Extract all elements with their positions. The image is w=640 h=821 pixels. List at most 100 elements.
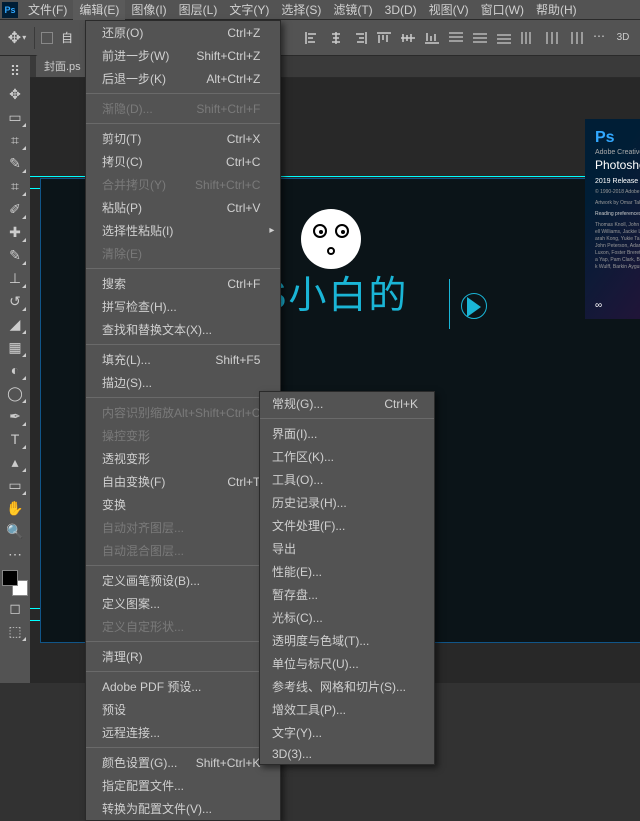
eyedropper-tool[interactable]: ✐ [3, 198, 27, 220]
menu-item[interactable]: 描边(S)... [86, 371, 280, 394]
edit-toolbar-icon[interactable]: ⋯ [3, 543, 27, 565]
menu-item[interactable]: Adobe PDF 预设... [86, 675, 280, 698]
autoselect-checkbox[interactable] [41, 32, 53, 44]
menu-item[interactable]: 拼写检查(H)... [86, 295, 280, 318]
submenu-item[interactable]: 文字(Y)... [260, 721, 434, 744]
submenu-item[interactable]: 暂存盘... [260, 583, 434, 606]
hand-tool[interactable]: ✋ [3, 497, 27, 519]
brush-tool[interactable]: ✎ [3, 244, 27, 266]
menu-image[interactable]: 图像(I) [125, 0, 172, 20]
menu-item[interactable]: 颜色设置(G)...Shift+Ctrl+K [86, 751, 280, 774]
align-left-icon[interactable] [301, 29, 323, 47]
distribute-vcenter-icon[interactable] [469, 29, 491, 47]
splash-cc: Adobe Creative Cloud [595, 149, 640, 156]
menu-item[interactable]: 预设▸ [86, 698, 280, 721]
align-center-icon[interactable] [325, 29, 347, 47]
distribute-hcenter-icon[interactable] [541, 29, 563, 47]
menu-item[interactable]: 选择性粘贴(I)▸ [86, 219, 280, 242]
healing-tool[interactable]: ✚ [3, 221, 27, 243]
zoom-tool[interactable]: 🔍 [3, 520, 27, 542]
menu-item[interactable]: 定义画笔预设(B)... [86, 569, 280, 592]
path-select-tool[interactable]: ▴ [3, 451, 27, 473]
crop-tool[interactable]: ⌗ [3, 175, 27, 197]
menu-item[interactable]: 指定配置文件... [86, 774, 280, 797]
menu-item[interactable]: 拷贝(C)Ctrl+C [86, 150, 280, 173]
menu-help[interactable]: 帮助(H) [530, 0, 583, 20]
type-tool[interactable]: T [3, 428, 27, 450]
menu-item[interactable]: 剪切(T)Ctrl+X [86, 127, 280, 150]
submenu-item[interactable]: 历史记录(H)... [260, 491, 434, 514]
fg-color[interactable] [2, 570, 18, 586]
distribute-top-icon[interactable] [445, 29, 467, 47]
grip-icon[interactable]: ⠿ [3, 60, 27, 82]
menu-3d[interactable]: 3D(D) [379, 1, 423, 19]
submenu-item[interactable]: 增效工具(P)... [260, 698, 434, 721]
menu-filter[interactable]: 滤镜(T) [327, 0, 378, 20]
menu-select[interactable]: 选择(S) [275, 0, 327, 20]
dodge-tool[interactable]: ◯ [3, 382, 27, 404]
gradient-tool[interactable]: ▦ [3, 336, 27, 358]
menu-type[interactable]: 文字(Y) [223, 0, 275, 20]
align-right-icon[interactable] [349, 29, 371, 47]
submenu-item[interactable]: 性能(E)... [260, 560, 434, 583]
submenu-item[interactable]: 界面(I)... [260, 422, 434, 445]
pen-tool[interactable]: ✒ [3, 405, 27, 427]
distribute-left-icon[interactable] [517, 29, 539, 47]
menu-item[interactable]: 清理(R)▸ [86, 645, 280, 668]
history-brush-tool[interactable]: ↺ [3, 290, 27, 312]
rectangle-tool[interactable]: ▭ [3, 474, 27, 496]
menu-item[interactable]: 远程连接... [86, 721, 280, 744]
menu-item[interactable]: 后退一步(K)Alt+Ctrl+Z [86, 67, 280, 90]
color-swatch[interactable] [2, 570, 28, 596]
submenu-item[interactable]: 单位与标尺(U)... [260, 652, 434, 675]
submenu-item[interactable]: 常规(G)...Ctrl+K [260, 392, 434, 415]
menu-item[interactable]: 搜索Ctrl+F [86, 272, 280, 295]
preferences-submenu: 常规(G)...Ctrl+K 界面(I)...工作区(K)...工具(O)...历… [259, 391, 435, 765]
submenu-item[interactable]: 3D(3)... [260, 744, 434, 764]
quickmask-tool[interactable]: ◻ [3, 597, 27, 619]
menu-file[interactable]: 文件(F) [22, 0, 73, 20]
submenu-item[interactable]: 光标(C)... [260, 606, 434, 629]
submenu-item[interactable]: 工作区(K)... [260, 445, 434, 468]
lasso-tool[interactable]: ⌗ [3, 129, 27, 151]
quick-select-tool[interactable]: ✎ [3, 152, 27, 174]
marquee-tool[interactable]: ▭ [3, 106, 27, 128]
menu-item[interactable]: 变换▸ [86, 493, 280, 516]
submenu-item[interactable]: 导出 [260, 537, 434, 560]
menu-item[interactable]: 前进一步(W)Shift+Ctrl+Z [86, 44, 280, 67]
menu-item[interactable]: 还原(O)Ctrl+Z [86, 21, 280, 44]
submenu-item[interactable]: 工具(O)... [260, 468, 434, 491]
menu-layer[interactable]: 图层(L) [173, 0, 224, 20]
menu-item[interactable]: 自由变换(F)Ctrl+T [86, 470, 280, 493]
distribute-bottom-icon[interactable] [493, 29, 515, 47]
menu-item[interactable]: 粘贴(P)Ctrl+V [86, 196, 280, 219]
submenu-item[interactable]: 透明度与色域(T)... [260, 629, 434, 652]
menu-item[interactable]: 透视变形 [86, 447, 280, 470]
document-tab[interactable]: 封面.ps [36, 55, 89, 77]
menu-edit[interactable]: 编辑(E) [73, 0, 125, 20]
menu-item[interactable]: 填充(L)...Shift+F5 [86, 348, 280, 371]
more-icon[interactable]: ⋯ [593, 29, 606, 47]
menu-window[interactable]: 窗口(W) [475, 0, 530, 20]
align-vcenter-icon[interactable] [397, 29, 419, 47]
align-bottom-icon[interactable] [421, 29, 443, 47]
move-tool[interactable]: ✥ [3, 83, 27, 105]
blur-tool[interactable]: ◐ [3, 359, 27, 381]
distribute-right-icon[interactable] [565, 29, 587, 47]
play-icon [467, 297, 481, 317]
submenu-item[interactable]: 文件处理(F)... [260, 514, 434, 537]
screenmode-tool[interactable]: ⬚ [3, 620, 27, 642]
eraser-tool[interactable]: ◢ [3, 313, 27, 335]
menu-item[interactable]: 查找和替换文本(X)... [86, 318, 280, 341]
stamp-tool[interactable]: ⊥ [3, 267, 27, 289]
align-top-icon[interactable] [373, 29, 395, 47]
move-tool-preset-icon[interactable] [6, 27, 28, 49]
menu-item[interactable]: 定义图案... [86, 592, 280, 615]
submenu-item[interactable]: 参考线、网格和切片(S)... [260, 675, 434, 698]
menu-item[interactable]: 转换为配置文件(V)... [86, 797, 280, 820]
splash-copyright: © 1990-2018 Adobe Systems Incorporated. … [595, 189, 640, 196]
menu-view[interactable]: 视图(V) [423, 0, 475, 20]
divider-line [449, 279, 450, 329]
3d-mode-icon[interactable]: 3D [612, 29, 634, 47]
splash-artwork: Artwork by Omar Takal. See the About scr… [595, 200, 640, 207]
